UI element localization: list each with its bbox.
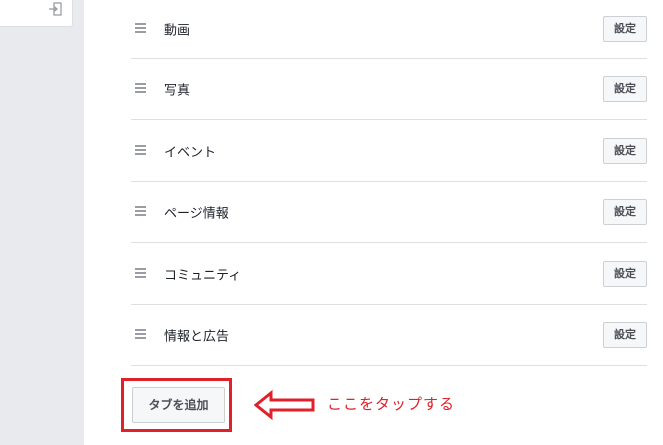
left-panel <box>0 0 84 445</box>
add-tab-button[interactable]: タブを追加 <box>132 387 225 423</box>
tab-label: ページ情報 <box>164 206 229 222</box>
left-arrow-icon <box>254 390 315 420</box>
drag-handle-icon[interactable] <box>135 144 146 156</box>
tab-row: ページ情報 設定 <box>131 182 647 243</box>
tab-row: イベント 設定 <box>131 120 647 182</box>
settings-button[interactable]: 設定 <box>603 137 647 164</box>
drag-handle-icon[interactable] <box>135 267 146 279</box>
settings-button[interactable]: 設定 <box>603 260 647 287</box>
tab-label: イベント <box>164 145 217 160</box>
settings-button[interactable]: 設定 <box>603 322 647 348</box>
tab-row: 情報と広告 設定 <box>131 305 647 366</box>
drag-handle-icon[interactable] <box>135 329 146 340</box>
drag-handle-icon[interactable] <box>135 83 146 94</box>
tab-label: 動画 <box>164 23 191 39</box>
tab-label: 写真 <box>164 83 191 99</box>
tab-list: 動画 設定 写真 設定 イベント 設定 ページ情報 設定 コミュニティ 設定 情… <box>131 0 647 366</box>
tab-label: コミュニティ <box>164 268 242 283</box>
drag-handle-icon[interactable] <box>135 206 146 217</box>
tab-row: 動画 設定 <box>131 0 647 59</box>
settings-button[interactable]: 設定 <box>603 16 647 42</box>
page: 動画 設定 写真 設定 イベント 設定 ページ情報 設定 コミュニティ 設定 情… <box>0 0 663 445</box>
tab-label: 情報と広告 <box>164 329 230 345</box>
tab-row: 写真 設定 <box>131 59 647 120</box>
left-card <box>0 0 73 27</box>
annotation-text: ここをタップする <box>327 395 456 413</box>
settings-button[interactable]: 設定 <box>603 199 647 225</box>
exit-icon[interactable] <box>48 2 62 16</box>
drag-handle-icon[interactable] <box>135 23 146 34</box>
settings-button[interactable]: 設定 <box>603 76 647 102</box>
tab-row: コミュニティ 設定 <box>131 243 647 305</box>
